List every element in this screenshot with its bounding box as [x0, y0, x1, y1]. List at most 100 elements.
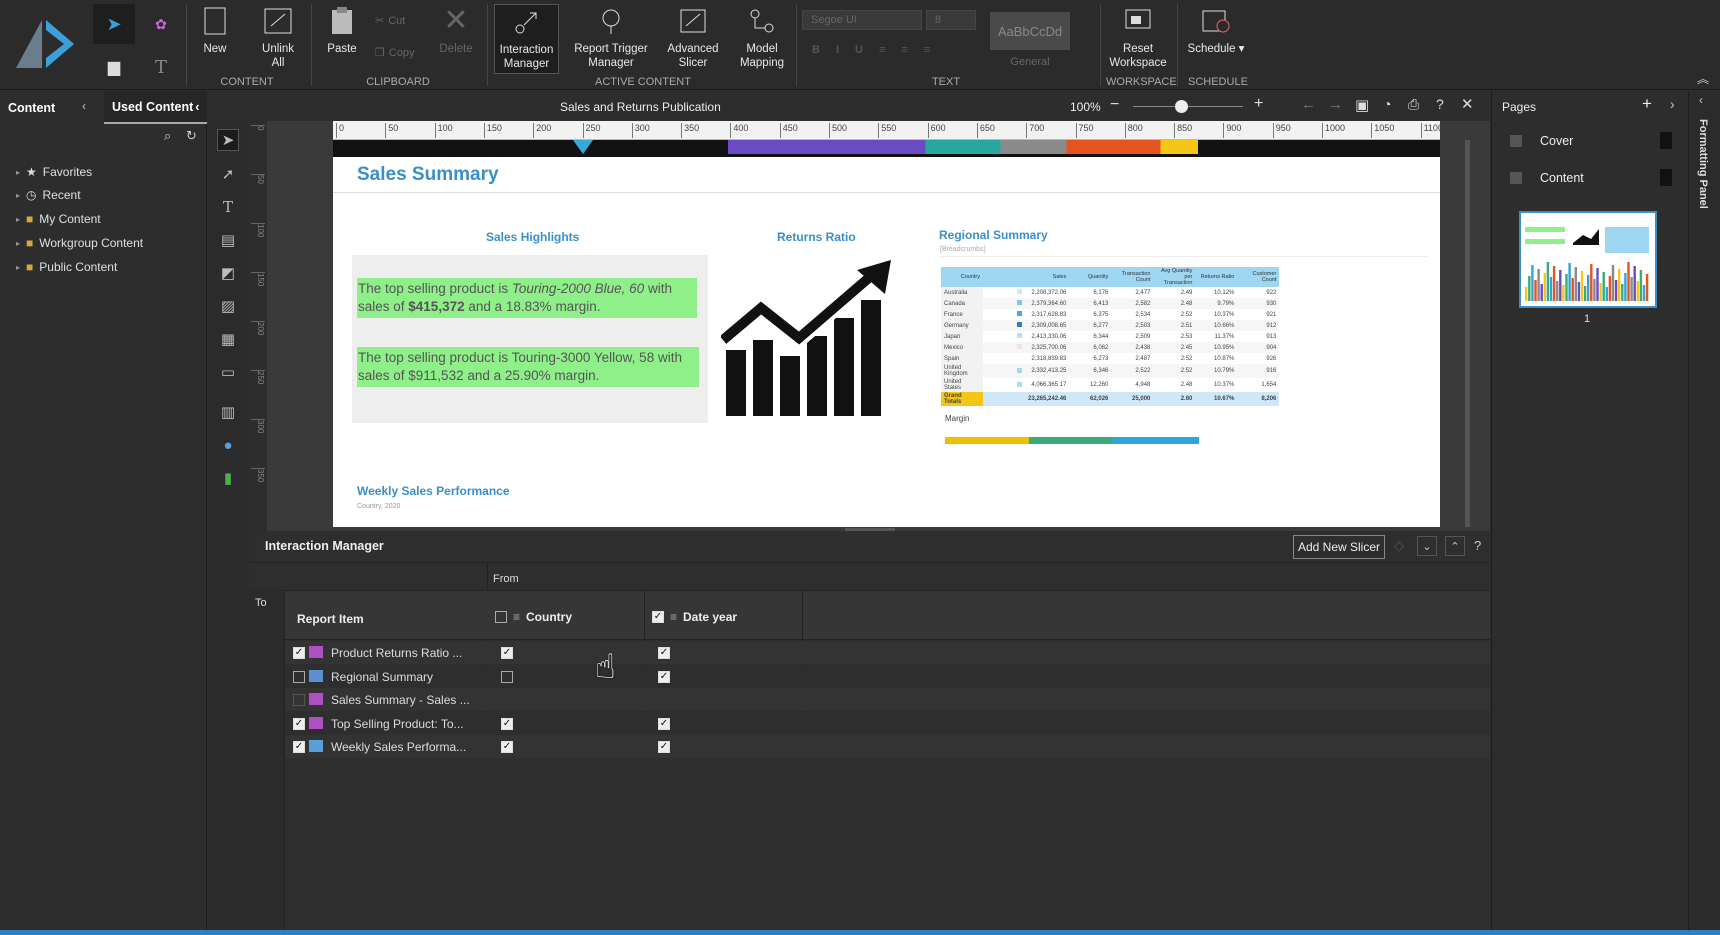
date-year-column-checkbox[interactable]: ✓: [652, 611, 664, 623]
file-icon[interactable]: ▆: [93, 48, 135, 86]
text-icon[interactable]: T: [140, 48, 182, 86]
im-row[interactable]: ✓ Weekly Sales Performa... ✓ ✓: [285, 735, 1490, 758]
print-icon[interactable]: ⎙: [1408, 96, 1419, 113]
table-row[interactable]: Spain 2,318,839.83 6,273 2,487 2.52 10.87% 926: [941, 353, 1280, 364]
country-checkbox[interactable]: ✓: [501, 717, 513, 730]
diamond-icon[interactable]: ◇: [1394, 538, 1404, 554]
page-thumbnail[interactable]: [1519, 211, 1657, 308]
close-icon[interactable]: ✕: [1461, 95, 1474, 113]
regional-table[interactable]: Country Sales Quantity Transaction Count Avg…: [941, 267, 1311, 406]
save-icon[interactable]: ▣: [1355, 96, 1369, 114]
zoom-in-button[interactable]: +: [1254, 95, 1263, 113]
country-column-checkbox[interactable]: [495, 611, 507, 623]
zoom-slider-handle[interactable]: [1175, 100, 1188, 113]
help-icon[interactable]: ?: [1436, 96, 1444, 112]
table-row[interactable]: Canada 2,379,364.60 6,413 2,582 2.48 9.79% 930: [941, 298, 1280, 309]
send-icon[interactable]: ➤: [93, 4, 135, 44]
paste-button[interactable]: Paste: [324, 4, 360, 74]
chevron-left-icon[interactable]: ‹: [195, 100, 199, 114]
chevron-down-icon[interactable]: ⌄: [1417, 536, 1437, 556]
help-icon[interactable]: ?: [1474, 538, 1481, 553]
country-column-header[interactable]: ≡ Country: [495, 610, 572, 624]
date-year-checkbox[interactable]: ✓: [658, 670, 670, 683]
reset-workspace-button[interactable]: Reset Workspace: [1108, 4, 1168, 74]
palette-icon[interactable]: ✿: [140, 4, 182, 44]
table-row[interactable]: France 2,317,628.83 6,375 2,534 2.52 10.37% 92…: [941, 309, 1280, 320]
font-size-select[interactable]: 8: [926, 10, 976, 30]
table-row[interactable]: Japan 2,413,330.06 6,344 2,509 2.53 11.37% 913: [941, 331, 1280, 342]
report-page[interactable]: Sales Summary Sales Highlights The top s…: [333, 140, 1440, 527]
tab-used-content[interactable]: Used Content ‹: [104, 91, 207, 124]
shape-tool-icon[interactable]: ◩: [217, 262, 239, 284]
new-button[interactable]: New: [198, 4, 232, 74]
im-row[interactable]: ✓ Top Selling Product: To... ✓ ✓: [285, 711, 1490, 735]
page-scrollbar[interactable]: [1465, 140, 1470, 527]
table-tool-icon[interactable]: ▦: [217, 328, 239, 350]
tab-content[interactable]: Content: [8, 91, 55, 124]
rss-icon[interactable]: ◔: [1383, 96, 1391, 112]
collapse-ribbon-icon[interactable]: ︽: [1697, 70, 1709, 87]
date-year-column-header[interactable]: ✓ ≡ Date year: [652, 610, 737, 624]
undo-icon[interactable]: ←: [1301, 96, 1316, 113]
table-row[interactable]: United States 4,066,365.17 12,260 4,948 2.48…: [941, 378, 1280, 392]
font-name-select[interactable]: Segoe UI: [802, 10, 922, 30]
page-checkbox[interactable]: [1510, 172, 1522, 184]
delete-button[interactable]: ✕ Delete: [436, 4, 476, 74]
table-row[interactable]: Australia 2,208,372.06 6,176 2,477 2.49 10.12…: [941, 287, 1280, 298]
redo-icon[interactable]: →: [1328, 96, 1343, 113]
im-row[interactable]: ✓ Product Returns Ratio ... ✓ ✓: [285, 641, 1490, 664]
tree-item-recent[interactable]: ▸ ◷ Recent: [16, 185, 81, 205]
im-row[interactable]: Sales Summary - Sales ...: [285, 688, 1490, 711]
frame-tool-icon[interactable]: ▭: [217, 361, 239, 383]
report-tool-icon[interactable]: ▥: [217, 401, 239, 423]
country-checkbox[interactable]: ✓: [501, 741, 513, 753]
pointer-tool-icon[interactable]: ➚: [217, 163, 239, 185]
app-logo[interactable]: [12, 16, 78, 72]
copy-button[interactable]: ❐ Copy: [375, 46, 415, 60]
text-tool-icon[interactable]: T: [217, 196, 239, 218]
map-tool-icon[interactable]: ●: [217, 434, 239, 456]
table-row[interactable]: United Kingdom 2,332,413.25 6,346 2,522 2.52…: [941, 364, 1280, 378]
formatting-panel-tab[interactable]: ‹ Formatting Panel: [1688, 91, 1720, 935]
search-icon[interactable]: ⌕: [164, 128, 171, 144]
zoom-out-button[interactable]: −: [1110, 96, 1119, 114]
row-enabled-checkbox[interactable]: ✓: [293, 647, 305, 659]
add-new-slicer-button[interactable]: Add New Slicer: [1293, 535, 1385, 559]
table-row[interactable]: Germany 2,309,008.65 6,277 2,503 2.51 10.66% 9…: [941, 320, 1280, 331]
row-enabled-checkbox[interactable]: ✓: [293, 741, 305, 753]
cut-button[interactable]: ✂ Cut: [375, 14, 405, 28]
page-item-content[interactable]: Content: [1492, 163, 1688, 193]
chevron-up-icon[interactable]: ⌃: [1445, 536, 1465, 556]
row-enabled-checkbox[interactable]: [293, 670, 305, 683]
date-year-checkbox[interactable]: ✓: [658, 741, 670, 753]
country-checkbox[interactable]: [501, 670, 513, 683]
style-preview[interactable]: AaBbCcDd: [990, 12, 1070, 50]
image-tool-icon[interactable]: ▤: [217, 229, 239, 251]
row-enabled-checkbox[interactable]: [293, 694, 305, 706]
refresh-icon[interactable]: ↻: [186, 128, 197, 144]
row-enabled-checkbox[interactable]: ✓: [293, 717, 305, 730]
country-checkbox[interactable]: ✓: [501, 647, 513, 659]
sales-highlights-box[interactable]: The top selling product is Touring-2000 …: [352, 255, 708, 423]
chart-tool-icon[interactable]: ▮: [217, 467, 239, 489]
interaction-manager-button[interactable]: Interaction Manager: [494, 4, 559, 74]
tree-item-public[interactable]: ▸ ■ Public Content: [16, 257, 117, 277]
chevron-left-icon[interactable]: ‹: [1699, 93, 1703, 107]
chevron-right-icon[interactable]: ›: [1670, 96, 1675, 112]
report-trigger-manager-button[interactable]: Report Trigger Manager: [572, 4, 650, 74]
advanced-slicer-button[interactable]: Advanced Slicer: [665, 4, 721, 74]
tree-item-workgroup[interactable]: ▸ ■ Workgroup Content: [16, 233, 143, 253]
unlink-all-button[interactable]: Unlink All: [254, 4, 302, 74]
add-page-button[interactable]: +: [1642, 94, 1652, 114]
text-format-buttons[interactable]: BIU≡≡≡: [812, 44, 962, 56]
chevron-left-icon[interactable]: ‹: [82, 99, 86, 113]
im-row[interactable]: Regional Summary ✓: [285, 664, 1490, 688]
date-year-checkbox[interactable]: ✓: [658, 647, 670, 659]
zoom-slider[interactable]: [1133, 106, 1243, 107]
date-year-checkbox[interactable]: ✓: [658, 717, 670, 730]
select-tool-icon[interactable]: ➤: [217, 129, 239, 151]
picture-tool-icon[interactable]: ▨: [217, 295, 239, 317]
page-checkbox[interactable]: [1510, 135, 1522, 147]
page-item-cover[interactable]: Cover: [1492, 126, 1688, 156]
table-row[interactable]: Mexico 2,325,700.06 6,062 2,438 2.45 10.95% 90…: [941, 342, 1280, 353]
